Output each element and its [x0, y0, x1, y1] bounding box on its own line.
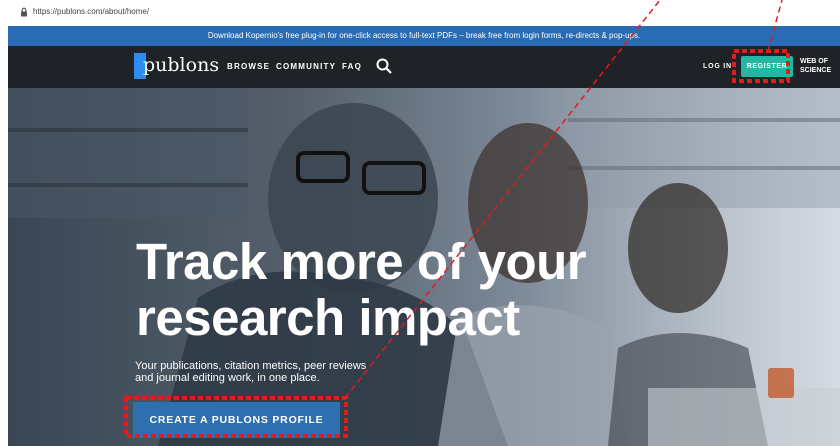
create-profile-button[interactable]: CREATE A PUBLONS PROFILE	[133, 402, 340, 438]
url-text[interactable]: https://publons.com/about/home/	[33, 7, 149, 16]
hero-title-line-2: research impact	[136, 289, 520, 346]
browser-url-bar[interactable]: https://publons.com/about/home/	[0, 0, 840, 26]
promo-banner[interactable]: Download Kopernio's free plug-in for one…	[8, 26, 840, 46]
lock-icon	[21, 7, 27, 17]
nav-faq[interactable]: FAQ	[342, 62, 362, 71]
hero-section: Track more of your research impact Your …	[8, 88, 840, 446]
hero-subtitle: Your publications, citation metrics, pee…	[135, 360, 435, 384]
wos-line-1: WEB OF	[800, 58, 828, 65]
hero-title: Track more of your research impact	[136, 234, 656, 346]
hero-title-line-1: Track more of your	[136, 233, 587, 290]
nav-community[interactable]: COMMUNITY	[276, 62, 336, 71]
web-of-science-link[interactable]: WEB OF SCIENCE	[800, 57, 840, 75]
search-icon[interactable]	[375, 57, 393, 75]
banner-text[interactable]: Download Kopernio's free plug-in for one…	[8, 31, 840, 40]
wos-line-2: SCIENCE	[800, 67, 832, 74]
hero-subtitle-line-2: and journal editing work, in one place.	[135, 372, 320, 384]
nav-browse[interactable]: BROWSE	[227, 62, 270, 71]
site-nav: publons BROWSE COMMUNITY FAQ LOG IN REGI…	[8, 46, 840, 88]
login-link[interactable]: LOG IN	[703, 63, 732, 70]
register-button[interactable]: REGISTER	[741, 56, 793, 77]
site-logo[interactable]: publons	[143, 54, 219, 76]
hero-subtitle-line-1: Your publications, citation metrics, pee…	[135, 360, 367, 372]
